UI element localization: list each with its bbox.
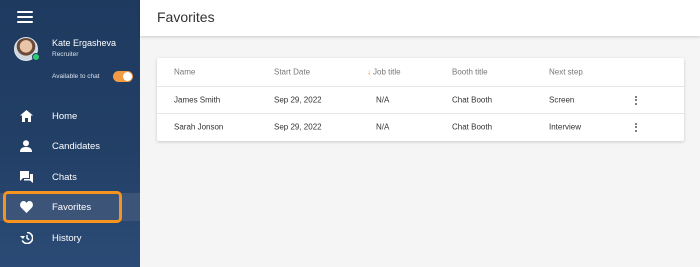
cell-booth-title: Chat Booth bbox=[452, 122, 493, 132]
menu-icon[interactable] bbox=[17, 11, 33, 23]
cell-next-step: Interview bbox=[549, 122, 582, 132]
table-header-row: Name Start Date ↓ Job title Booth title N… bbox=[157, 58, 684, 86]
cell-name: Sarah Jonson bbox=[174, 122, 224, 132]
more-options-icon[interactable] bbox=[633, 121, 639, 133]
sidebar-item-label: History bbox=[52, 232, 82, 244]
favorites-highlight-outline bbox=[3, 191, 122, 223]
column-header-job-title[interactable]: ↓ Job title bbox=[367, 68, 401, 77]
favorites-table: Name Start Date ↓ Job title Booth title N… bbox=[157, 58, 684, 141]
column-header-start-date[interactable]: Start Date bbox=[274, 68, 310, 77]
cell-booth-title: Chat Booth bbox=[452, 95, 493, 105]
cell-job-title: N/A bbox=[376, 122, 390, 132]
cell-next-step: Screen bbox=[549, 95, 575, 105]
chat-availability-label: Available to chat bbox=[52, 73, 100, 80]
sidebar-item-chats[interactable]: Chats bbox=[0, 163, 140, 191]
table-row[interactable]: James Smith Sep 29, 2022 N/A Chat Booth … bbox=[157, 86, 684, 113]
user-name: Kate Ergasheva bbox=[52, 38, 117, 48]
person-icon bbox=[19, 139, 33, 153]
header: Favorites bbox=[140, 0, 700, 36]
chat-icon bbox=[19, 170, 33, 184]
column-header-job-title-label: Job title bbox=[373, 67, 401, 77]
column-header-name[interactable]: Name bbox=[174, 68, 195, 77]
more-options-icon[interactable] bbox=[633, 94, 639, 106]
column-header-next-step[interactable]: Next step bbox=[549, 68, 583, 77]
sidebar-item-history[interactable]: History bbox=[0, 224, 140, 252]
column-header-booth-title[interactable]: Booth title bbox=[452, 68, 488, 77]
table-row[interactable]: Sarah Jonson Sep 29, 2022 N/A Chat Booth… bbox=[157, 113, 684, 140]
sidebar: Kate Ergasheva Recruiter Available to ch… bbox=[0, 0, 140, 267]
online-status-icon bbox=[32, 53, 40, 61]
home-icon bbox=[19, 109, 33, 123]
history-icon bbox=[19, 231, 33, 245]
sidebar-item-candidates[interactable]: Candidates bbox=[0, 132, 140, 160]
sidebar-item-home[interactable]: Home bbox=[0, 102, 140, 130]
cell-start-date: Sep 29, 2022 bbox=[274, 95, 322, 105]
sidebar-item-label: Candidates bbox=[52, 140, 101, 152]
sidebar-item-label: Home bbox=[52, 110, 78, 122]
sort-arrow-down-icon: ↓ bbox=[367, 67, 371, 77]
toggle-knob bbox=[123, 72, 132, 81]
cell-job-title: N/A bbox=[376, 95, 390, 105]
cell-name: James Smith bbox=[174, 95, 221, 105]
cell-start-date: Sep 29, 2022 bbox=[274, 122, 322, 132]
chat-availability-toggle[interactable] bbox=[113, 71, 133, 82]
page-title: Favorites bbox=[157, 9, 215, 25]
sidebar-item-label: Chats bbox=[52, 171, 77, 183]
user-role: Recruiter bbox=[52, 51, 79, 58]
